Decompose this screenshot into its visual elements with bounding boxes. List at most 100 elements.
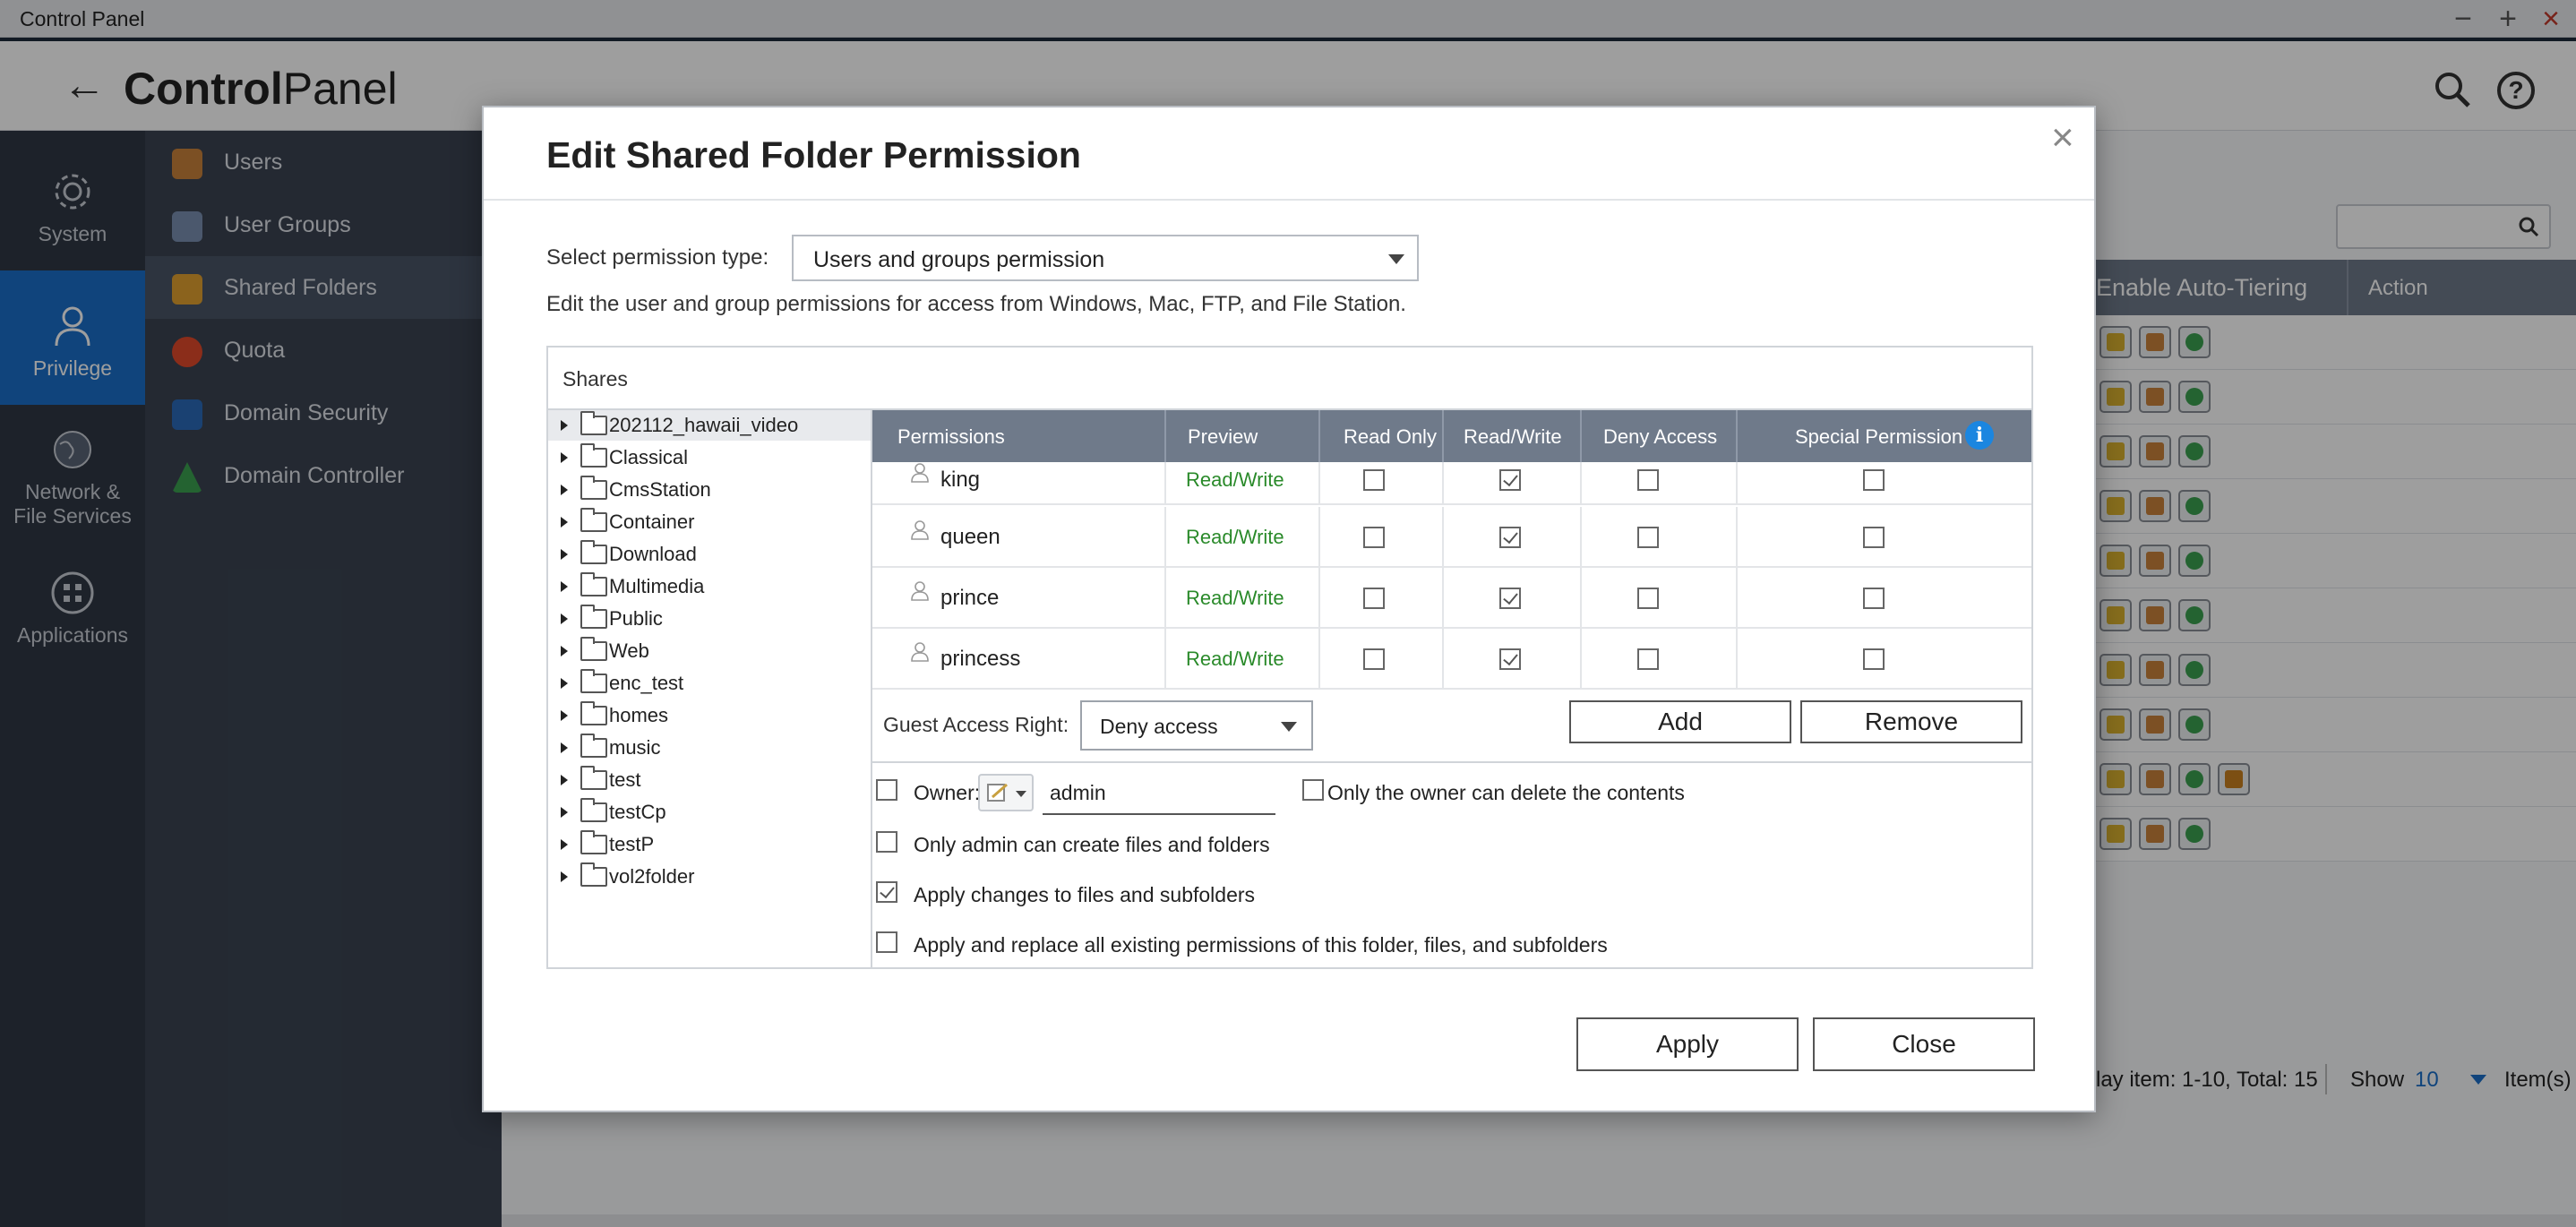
expand-arrow-icon[interactable] — [561, 517, 568, 528]
read-only-checkbox[interactable] — [1363, 469, 1385, 491]
apply-replace-row: Apply and replace all existing permissio… — [872, 921, 2031, 965]
share-tree-item[interactable]: music — [548, 733, 871, 763]
apply-changes-checkbox[interactable] — [876, 881, 897, 903]
apply-replace-checkbox[interactable] — [876, 931, 897, 953]
col-divider — [1164, 462, 1166, 505]
read-only-checkbox[interactable] — [1363, 648, 1385, 670]
permission-type-label: Select permission type: — [546, 245, 769, 270]
expand-arrow-icon[interactable] — [561, 581, 568, 592]
col-divider — [1736, 568, 1738, 629]
deny-access-checkbox[interactable] — [1637, 527, 1659, 548]
expand-arrow-icon[interactable] — [561, 549, 568, 560]
chevron-down-icon — [1016, 791, 1026, 797]
folder-icon — [580, 862, 607, 887]
col-divider — [1318, 629, 1320, 690]
expand-arrow-icon[interactable] — [561, 646, 568, 656]
share-tree-item[interactable]: Multimedia — [548, 571, 871, 602]
col-divider — [1442, 629, 1444, 690]
special-permission-checkbox[interactable] — [1863, 588, 1885, 609]
share-tree-item[interactable]: 202112_hawaii_video — [548, 410, 871, 441]
expand-arrow-icon[interactable] — [561, 807, 568, 818]
deny-access-checkbox[interactable] — [1637, 588, 1659, 609]
special-permission-checkbox[interactable] — [1863, 469, 1885, 491]
expand-arrow-icon[interactable] — [561, 710, 568, 721]
apply-button[interactable]: Apply — [1576, 1017, 1799, 1071]
share-tree-item[interactable]: test — [548, 765, 871, 795]
share-tree-item[interactable]: CmsStation — [548, 475, 871, 505]
folder-icon — [580, 798, 607, 822]
owner-picker-button[interactable] — [978, 774, 1034, 811]
expand-arrow-icon[interactable] — [561, 742, 568, 753]
col-divider — [1164, 568, 1166, 629]
special-permission-checkbox[interactable] — [1863, 648, 1885, 670]
edit-permission-dialog: Edit Shared Folder Permission × Select p… — [482, 106, 2096, 1112]
share-tree-item[interactable]: testP — [548, 829, 871, 860]
folder-icon — [580, 540, 607, 564]
apply-changes-label: Apply changes to files and subfolders — [914, 883, 1256, 906]
special-permission-checkbox[interactable] — [1863, 527, 1885, 548]
owner-checkbox[interactable] — [876, 779, 897, 801]
expand-arrow-icon[interactable] — [561, 871, 568, 882]
shares-label: Shares — [562, 367, 628, 390]
owner-input[interactable] — [1043, 772, 1275, 815]
permission-preview: Read/Write — [1186, 587, 1284, 609]
guest-access-bar: Guest Access Right: Deny access Add Remo… — [872, 690, 2031, 763]
read-only-checkbox[interactable] — [1363, 527, 1385, 548]
permission-row: king Read/Write — [872, 462, 2031, 505]
share-tree-item[interactable]: testCp — [548, 797, 871, 828]
share-tree-item[interactable]: enc_test — [548, 668, 871, 699]
expand-arrow-icon[interactable] — [561, 839, 568, 850]
folder-icon — [580, 443, 607, 468]
only-admin-create-label: Only admin can create files and folders — [914, 833, 1270, 856]
only-admin-create-checkbox[interactable] — [876, 831, 897, 853]
col-divider — [1580, 462, 1582, 505]
remove-button[interactable]: Remove — [1800, 700, 2022, 743]
col-preview: Preview — [1188, 425, 1258, 448]
folder-icon — [580, 411, 607, 435]
folder-icon — [580, 830, 607, 854]
only-owner-delete-checkbox[interactable] — [1302, 779, 1324, 801]
col-divider — [1318, 507, 1320, 568]
permission-type-value: Users and groups permission — [813, 247, 1105, 272]
expand-arrow-icon[interactable] — [561, 614, 568, 624]
permission-row: princess Read/Write — [872, 629, 2031, 690]
share-tree-item[interactable]: homes — [548, 700, 871, 731]
permission-type-select[interactable]: Users and groups permission — [792, 235, 1419, 281]
col-special-permission: Special Permission — [1795, 425, 1963, 448]
share-name: vol2folder — [609, 865, 695, 888]
permission-preview: Read/Write — [1186, 526, 1284, 548]
permission-user-name: king — [940, 468, 981, 492]
col-divider — [1442, 568, 1444, 629]
guest-access-select[interactable]: Deny access — [1080, 700, 1313, 751]
expand-arrow-icon[interactable] — [561, 775, 568, 785]
read-write-checkbox[interactable] — [1499, 648, 1521, 670]
read-write-checkbox[interactable] — [1499, 527, 1521, 548]
share-tree-item[interactable]: Container — [548, 507, 871, 537]
expand-arrow-icon[interactable] — [561, 452, 568, 463]
share-tree-item[interactable]: Download — [548, 539, 871, 570]
expand-arrow-icon[interactable] — [561, 678, 568, 689]
dialog-divider — [484, 199, 2094, 201]
apply-replace-label: Apply and replace all existing permissio… — [914, 933, 1608, 957]
folder-icon — [580, 701, 607, 725]
add-button[interactable]: Add — [1569, 700, 1791, 743]
read-write-checkbox[interactable] — [1499, 588, 1521, 609]
deny-access-checkbox[interactable] — [1637, 648, 1659, 670]
expand-arrow-icon[interactable] — [561, 485, 568, 495]
guest-access-label: Guest Access Right: — [883, 713, 1069, 736]
share-tree-item[interactable]: vol2folder — [548, 862, 871, 892]
expand-arrow-icon[interactable] — [561, 420, 568, 431]
only-owner-delete-label: Only the owner can delete the contents — [1327, 781, 1685, 804]
deny-access-checkbox[interactable] — [1637, 469, 1659, 491]
share-tree-item[interactable]: Web — [548, 636, 871, 666]
close-button[interactable]: Close — [1813, 1017, 2035, 1071]
info-icon[interactable]: i — [1965, 421, 1994, 450]
share-tree-item[interactable]: Classical — [548, 442, 871, 473]
share-tree-item[interactable]: Public — [548, 604, 871, 634]
share-name: Web — [609, 639, 649, 662]
close-icon[interactable]: × — [2051, 118, 2074, 158]
folder-icon — [580, 476, 607, 500]
read-only-checkbox[interactable] — [1363, 588, 1385, 609]
permission-row: prince Read/Write — [872, 568, 2031, 629]
read-write-checkbox[interactable] — [1499, 469, 1521, 491]
